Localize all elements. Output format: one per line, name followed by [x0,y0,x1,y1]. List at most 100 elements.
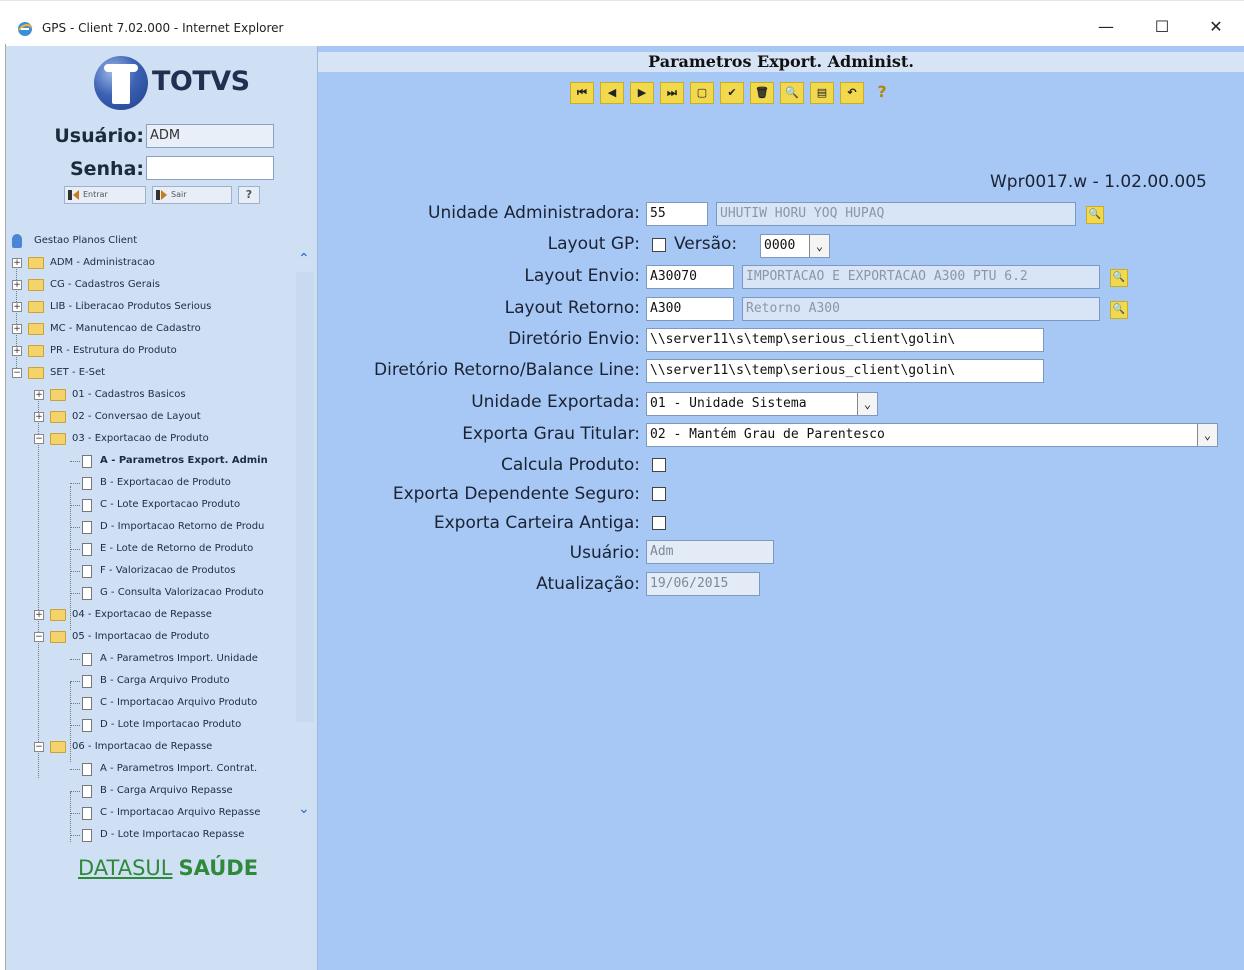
sidebar: TOTVS Usuário: ADM Senha: Entrar Sair ? … [6,46,318,970]
folder-open-icon [50,741,66,753]
tree-connector [70,703,80,704]
help-button[interactable]: ? [870,82,894,104]
search-icon[interactable]: 🔍 [1110,269,1128,287]
minimize-button[interactable]: — [1086,13,1126,41]
layout-retorno-label: Layout Retorno: [504,298,640,318]
tree-connector [38,398,39,778]
undo-button[interactable]: ↶ [840,82,864,104]
collapse-icon[interactable]: − [12,368,22,378]
totvs-logo: TOTVS [92,52,252,112]
document-icon [82,521,92,534]
expand-icon[interactable]: + [12,346,22,356]
chevron-down-icon[interactable]: ⌄ [1197,424,1217,446]
enter-button[interactable]: Entrar [64,186,146,204]
layout-retorno-desc-field: Retorno A300 [742,297,1100,321]
tree-connector [70,791,80,792]
tree-connector [70,571,80,572]
document-icon [82,675,92,688]
folder-icon [28,257,44,269]
expand-icon[interactable]: + [12,324,22,334]
exporta-dependente-label: Exporta Dependente Seguro: [392,484,640,504]
chevron-down-icon[interactable]: ⌄ [857,393,877,415]
password-input[interactable] [146,156,274,180]
layout-gp-checkbox[interactable] [652,238,666,252]
list-button[interactable]: ▤ [810,82,834,104]
document-icon [82,455,92,468]
unidade-exp-select[interactable]: 01 - Unidade Sistema ⌄ [646,392,878,416]
save-button[interactable]: ✔ [720,82,744,104]
collapse-icon[interactable]: − [34,434,44,444]
expand-icon[interactable]: + [12,280,22,290]
user-input[interactable]: ADM [146,124,274,148]
grau-titular-select[interactable]: 02 - Mantém Grau de Parentesco ⌄ [646,423,1218,447]
layout-gp-label: Layout GP: [547,234,640,254]
expand-icon[interactable]: + [34,412,44,422]
document-icon [82,763,92,776]
expand-icon[interactable]: + [34,390,44,400]
maximize-button[interactable]: ☐ [1142,13,1182,41]
tree-connector [70,486,71,630]
usuario-field: Adm [646,540,774,564]
tree-connector [70,659,80,660]
folder-open-icon [50,631,66,643]
window-title: GPS - Client 7.02.000 - Internet Explore… [42,21,284,35]
folder-icon [28,345,44,357]
search-icon[interactable]: 🔍 [1086,206,1104,224]
tree-connector [70,593,80,594]
dir-envio-label: Diretório Envio: [508,329,640,349]
previous-record-button[interactable]: ◀ [600,82,624,104]
collapse-icon[interactable]: − [34,632,44,642]
page-title: Parametros Export. Administ. [648,52,914,71]
last-record-button[interactable]: ⏭ [660,82,684,104]
expand-icon[interactable]: + [34,610,44,620]
document-icon [82,477,92,490]
search-icon[interactable]: 🔍 [1110,301,1128,319]
exit-button[interactable]: Sair [152,186,232,204]
expand-icon[interactable]: + [12,302,22,312]
brand-name: TOTVS [152,66,250,97]
search-button[interactable]: 🔍 [780,82,804,104]
layout-envio-code-input[interactable]: A30070 [646,265,734,289]
tree-connector [70,549,80,550]
tree-scrollbar-thumb[interactable] [296,272,314,722]
tree-connector [70,725,80,726]
help-button[interactable]: ? [238,186,260,204]
tree-connector [70,681,80,682]
next-record-button[interactable]: ▶ [630,82,654,104]
dir-retorno-input[interactable]: \\server11\s\temp\serious_client\golin\ [646,359,1044,383]
document-icon [82,697,92,710]
new-record-button[interactable]: ▢ [690,82,714,104]
calcula-produto-checkbox[interactable] [652,458,666,472]
chevron-up-icon[interactable]: ⌃ [298,252,310,266]
folder-icon [28,323,44,335]
unidade-adm-code-input[interactable]: 55 [646,202,708,226]
t-logo-mark [104,64,138,104]
document-icon [82,829,92,842]
chevron-down-icon[interactable]: ⌄ [809,235,829,257]
layout-retorno-code-input[interactable]: A300 [646,297,734,321]
layout-envio-label: Layout Envio: [524,266,640,286]
tree-connector [70,835,80,836]
versao-select[interactable]: 0000 ⌄ [760,234,830,258]
exporta-carteira-checkbox[interactable] [652,516,666,530]
folder-icon [50,609,66,621]
tree-connector [70,769,80,770]
delete-button[interactable]: 🗑 [750,82,774,104]
dir-envio-input[interactable]: \\server11\s\temp\serious_client\golin\ [646,328,1044,352]
tree-connector [70,527,80,528]
program-version: Wpr0017.w - 1.02.00.005 [990,172,1207,192]
document-icon [82,587,92,600]
unidade-adm-name-field: UHUTIW HORU YOQ HUPAQ [716,202,1076,226]
logout-arrow-icon [156,190,167,200]
chevron-down-icon[interactable]: ⌄ [298,802,310,816]
saude-text: SAÚDE [178,856,259,880]
collapse-icon[interactable]: − [34,742,44,752]
close-button[interactable]: ✕ [1196,13,1236,41]
document-icon [82,543,92,556]
exporta-dependente-checkbox[interactable] [652,487,666,501]
folder-icon [28,301,44,313]
document-icon [82,807,92,820]
first-record-button[interactable]: ⏮ [570,82,594,104]
unidade-adm-label: Unidade Administradora: [428,203,640,223]
expand-icon[interactable]: + [12,258,22,268]
